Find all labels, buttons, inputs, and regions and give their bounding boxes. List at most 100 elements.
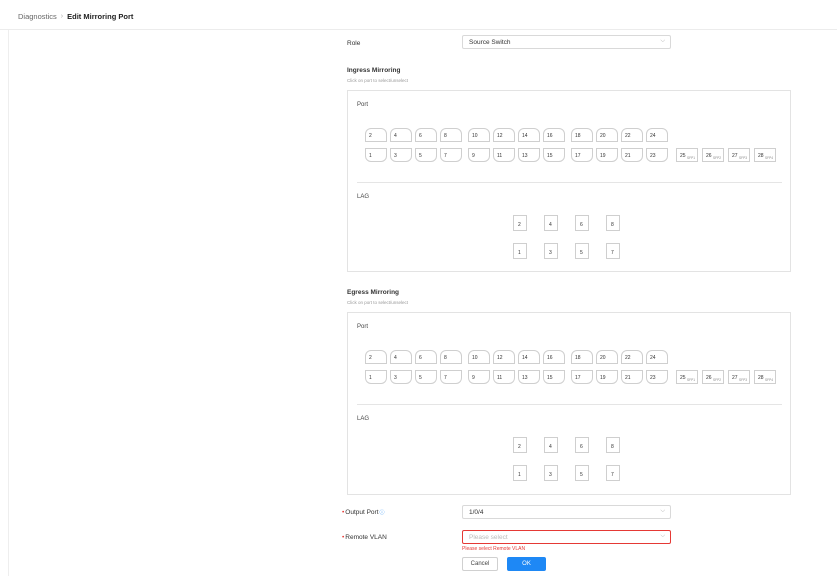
ok-button[interactable]: OK [507, 557, 546, 571]
ingress-lag-2[interactable]: 2 [513, 215, 527, 231]
egress-port-10[interactable]: 10 [468, 350, 490, 364]
egress-lag-5[interactable]: 5 [575, 465, 589, 481]
ingress-port-6[interactable]: 6 [415, 128, 437, 142]
port-number: 2 [369, 355, 372, 361]
ingress-port-3[interactable]: 3 [390, 148, 412, 162]
egress-lag-3[interactable]: 3 [544, 465, 558, 481]
ingress-port-7[interactable]: 7 [440, 148, 462, 162]
ingress-port-1[interactable]: 1 [365, 148, 387, 162]
egress-port-24[interactable]: 24 [646, 350, 668, 364]
ingress-port-17[interactable]: 17 [571, 148, 593, 162]
remote-vlan-select[interactable]: Please select ⌵ [462, 530, 671, 544]
remote-vlan-error: Please select Remote VLAN [462, 546, 526, 552]
egress-port-27[interactable]: 27 SFP3 [728, 370, 750, 384]
ingress-port-24[interactable]: 24 [646, 128, 668, 142]
chevron-down-icon: ⌵ [660, 38, 665, 44]
ingress-port-15[interactable]: 15 [543, 148, 565, 162]
egress-port-7[interactable]: 7 [440, 370, 462, 384]
egress-port-19[interactable]: 19 [596, 370, 618, 384]
egress-port-6[interactable]: 6 [415, 350, 437, 364]
egress-port-22[interactable]: 22 [621, 350, 643, 364]
port-number: 21 [625, 375, 631, 381]
egress-port-28[interactable]: 28 SFP4 [754, 370, 776, 384]
egress-port-11[interactable]: 11 [493, 370, 515, 384]
ingress-port-2[interactable]: 2 [365, 128, 387, 142]
ingress-port-5[interactable]: 5 [415, 148, 437, 162]
lag-number: 7 [611, 250, 614, 256]
ingress-port-26[interactable]: 26 SFP2 [702, 148, 724, 162]
cancel-button[interactable]: Cancel [462, 557, 498, 571]
ingress-port-16[interactable]: 16 [543, 128, 565, 142]
ingress-lag-8[interactable]: 8 [606, 215, 620, 231]
egress-port-4[interactable]: 4 [390, 350, 412, 364]
output-port-label: •Output Portⓘ [342, 509, 385, 516]
egress-lag-2[interactable]: 2 [513, 437, 527, 453]
ingress-lag-4[interactable]: 4 [544, 215, 558, 231]
port-number: 25 [680, 375, 686, 381]
ingress-port-21[interactable]: 21 [621, 148, 643, 162]
port-number: 11 [497, 153, 503, 159]
egress-port-5[interactable]: 5 [415, 370, 437, 384]
ingress-lag-3[interactable]: 3 [544, 243, 558, 259]
port-number: 17 [575, 153, 581, 159]
lag-number: 4 [549, 444, 552, 450]
ingress-port-10[interactable]: 10 [468, 128, 490, 142]
lag-number: 8 [611, 444, 614, 450]
egress-port-23[interactable]: 23 [646, 370, 668, 384]
egress-lag-4[interactable]: 4 [544, 437, 558, 453]
ingress-port-13[interactable]: 13 [518, 148, 540, 162]
ingress-port-19[interactable]: 19 [596, 148, 618, 162]
ingress-lag-5[interactable]: 5 [575, 243, 589, 259]
ingress-port-11[interactable]: 11 [493, 148, 515, 162]
output-port-select[interactable]: 1/0/4 ⌵ [462, 505, 671, 519]
egress-port-1[interactable]: 1 [365, 370, 387, 384]
ingress-port-25[interactable]: 25 SFP1 [676, 148, 698, 162]
egress-port-12[interactable]: 12 [493, 350, 515, 364]
ingress-port-20[interactable]: 20 [596, 128, 618, 142]
ingress-port-23[interactable]: 23 [646, 148, 668, 162]
egress-port-15[interactable]: 15 [543, 370, 565, 384]
egress-port-8[interactable]: 8 [440, 350, 462, 364]
ingress-lag-7[interactable]: 7 [606, 243, 620, 259]
ingress-port-18[interactable]: 18 [571, 128, 593, 142]
ingress-port-9[interactable]: 9 [468, 148, 490, 162]
remote-vlan-label: •Remote VLAN [342, 534, 387, 541]
port-number: 26 [706, 153, 712, 159]
ingress-port-27[interactable]: 27 SFP3 [728, 148, 750, 162]
ingress-port-22[interactable]: 22 [621, 128, 643, 142]
egress-port-26[interactable]: 26 SFP2 [702, 370, 724, 384]
port-number: 8 [444, 133, 447, 139]
ingress-lag-6[interactable]: 6 [575, 215, 589, 231]
egress-port-2[interactable]: 2 [365, 350, 387, 364]
egress-port-14[interactable]: 14 [518, 350, 540, 364]
sfp-tag: SFP1 [687, 156, 695, 160]
egress-port-25[interactable]: 25 SFP1 [676, 370, 698, 384]
egress-lag-8[interactable]: 8 [606, 437, 620, 453]
egress-port-20[interactable]: 20 [596, 350, 618, 364]
egress-port-16[interactable]: 16 [543, 350, 565, 364]
ingress-port-12[interactable]: 12 [493, 128, 515, 142]
role-select[interactable]: Source Switch ⌵ [462, 35, 671, 49]
egress-port-9[interactable]: 9 [468, 370, 490, 384]
egress-port-13[interactable]: 13 [518, 370, 540, 384]
ingress-port-8[interactable]: 8 [440, 128, 462, 142]
role-label: Role [347, 40, 361, 47]
egress-port-17[interactable]: 17 [571, 370, 593, 384]
ingress-port-14[interactable]: 14 [518, 128, 540, 142]
ingress-port-4[interactable]: 4 [390, 128, 412, 142]
ingress-lag-1[interactable]: 1 [513, 243, 527, 259]
breadcrumb-parent[interactable]: Diagnostics [18, 12, 57, 21]
egress-lag-7[interactable]: 7 [606, 465, 620, 481]
egress-lag-1[interactable]: 1 [513, 465, 527, 481]
egress-port-3[interactable]: 3 [390, 370, 412, 384]
port-number: 18 [575, 355, 581, 361]
egress-lag-6[interactable]: 6 [575, 437, 589, 453]
port-number: 18 [575, 133, 581, 139]
egress-port-21[interactable]: 21 [621, 370, 643, 384]
egress-port-18[interactable]: 18 [571, 350, 593, 364]
ingress-port-28[interactable]: 28 SFP4 [754, 148, 776, 162]
top-bar: Diagnostics › Edit Mirroring Port [0, 0, 837, 30]
lag-number: 1 [518, 472, 521, 478]
egress-lag-label: LAG [357, 416, 370, 422]
info-icon[interactable]: ⓘ [380, 510, 385, 516]
